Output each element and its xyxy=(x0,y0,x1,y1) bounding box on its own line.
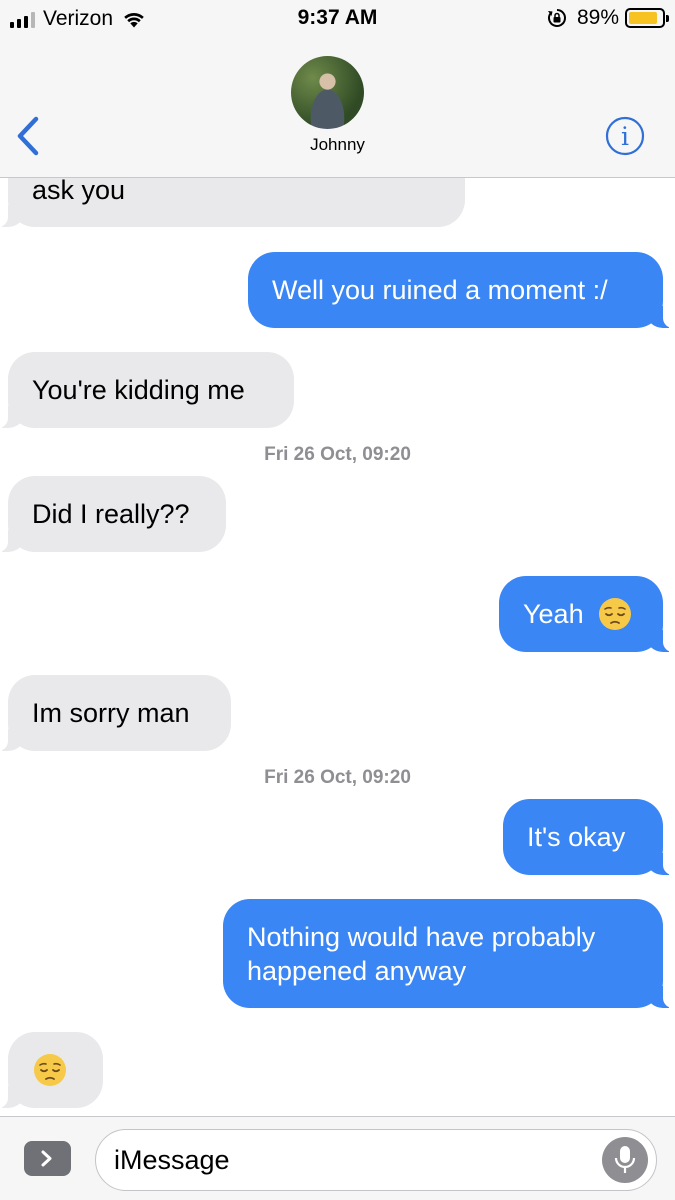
message-bubble-outgoing[interactable]: Nothing would have probably happened any… xyxy=(223,899,675,1008)
message-text: You're kidding me xyxy=(32,375,245,405)
message-text: Yeah xyxy=(523,599,584,629)
message-bubble-incoming[interactable]: ask you xyxy=(0,178,465,227)
contact-avatar[interactable] xyxy=(291,56,364,129)
svg-text:i: i xyxy=(621,122,629,151)
compose-bar xyxy=(0,1116,675,1200)
contact-name[interactable]: Johnny xyxy=(0,135,675,155)
orientation-lock-icon xyxy=(547,9,566,27)
pensive-face-emoji-icon xyxy=(598,598,631,630)
microphone-icon xyxy=(614,1146,636,1173)
battery-tip xyxy=(666,15,669,22)
message-bubble-outgoing[interactable]: Yeah xyxy=(499,576,675,652)
message-bubble-outgoing[interactable]: Well you ruined a moment :/ xyxy=(248,252,675,328)
message-timestamp: Fri 26 Oct, 09:20 xyxy=(264,444,411,465)
pensive-face-emoji-icon xyxy=(34,1054,66,1086)
message-text: ask you xyxy=(32,178,126,205)
conversation-header: Johnny i xyxy=(0,38,675,178)
message-bubble-incoming[interactable]: Im sorry man xyxy=(0,675,231,751)
battery-percent: 89% xyxy=(576,6,619,29)
message-input[interactable] xyxy=(114,1140,584,1180)
message-bubble-incoming[interactable] xyxy=(0,1032,103,1108)
message-text: It's okay xyxy=(527,822,626,852)
message-text: Nothing would have probably happened any… xyxy=(247,921,596,986)
app-drawer-button[interactable] xyxy=(24,1141,71,1176)
message-bubble-outgoing[interactable]: It's okay xyxy=(503,799,675,875)
chevron-right-icon xyxy=(41,1150,52,1167)
message-timestamp: Fri 26 Oct, 09:20 xyxy=(264,767,411,788)
message-text: Im sorry man xyxy=(32,698,190,728)
status-right: 89% xyxy=(547,6,669,30)
battery-icon xyxy=(625,8,669,28)
message-list[interactable]: ask you Well you ruined a moment :/ You'… xyxy=(0,178,675,1116)
message-bubble-incoming[interactable]: You're kidding me xyxy=(0,352,294,428)
message-bubble-incoming[interactable]: Did I really?? xyxy=(0,476,226,552)
message-text: Well you ruined a moment :/ xyxy=(272,275,608,305)
message-input-field[interactable] xyxy=(95,1129,657,1191)
dictation-button[interactable] xyxy=(602,1137,648,1183)
battery-fill xyxy=(629,12,658,24)
info-icon[interactable]: i xyxy=(605,116,645,156)
status-bar: Verizon 9:37 AM 89% xyxy=(0,0,675,38)
message-text: Did I really?? xyxy=(32,499,190,529)
